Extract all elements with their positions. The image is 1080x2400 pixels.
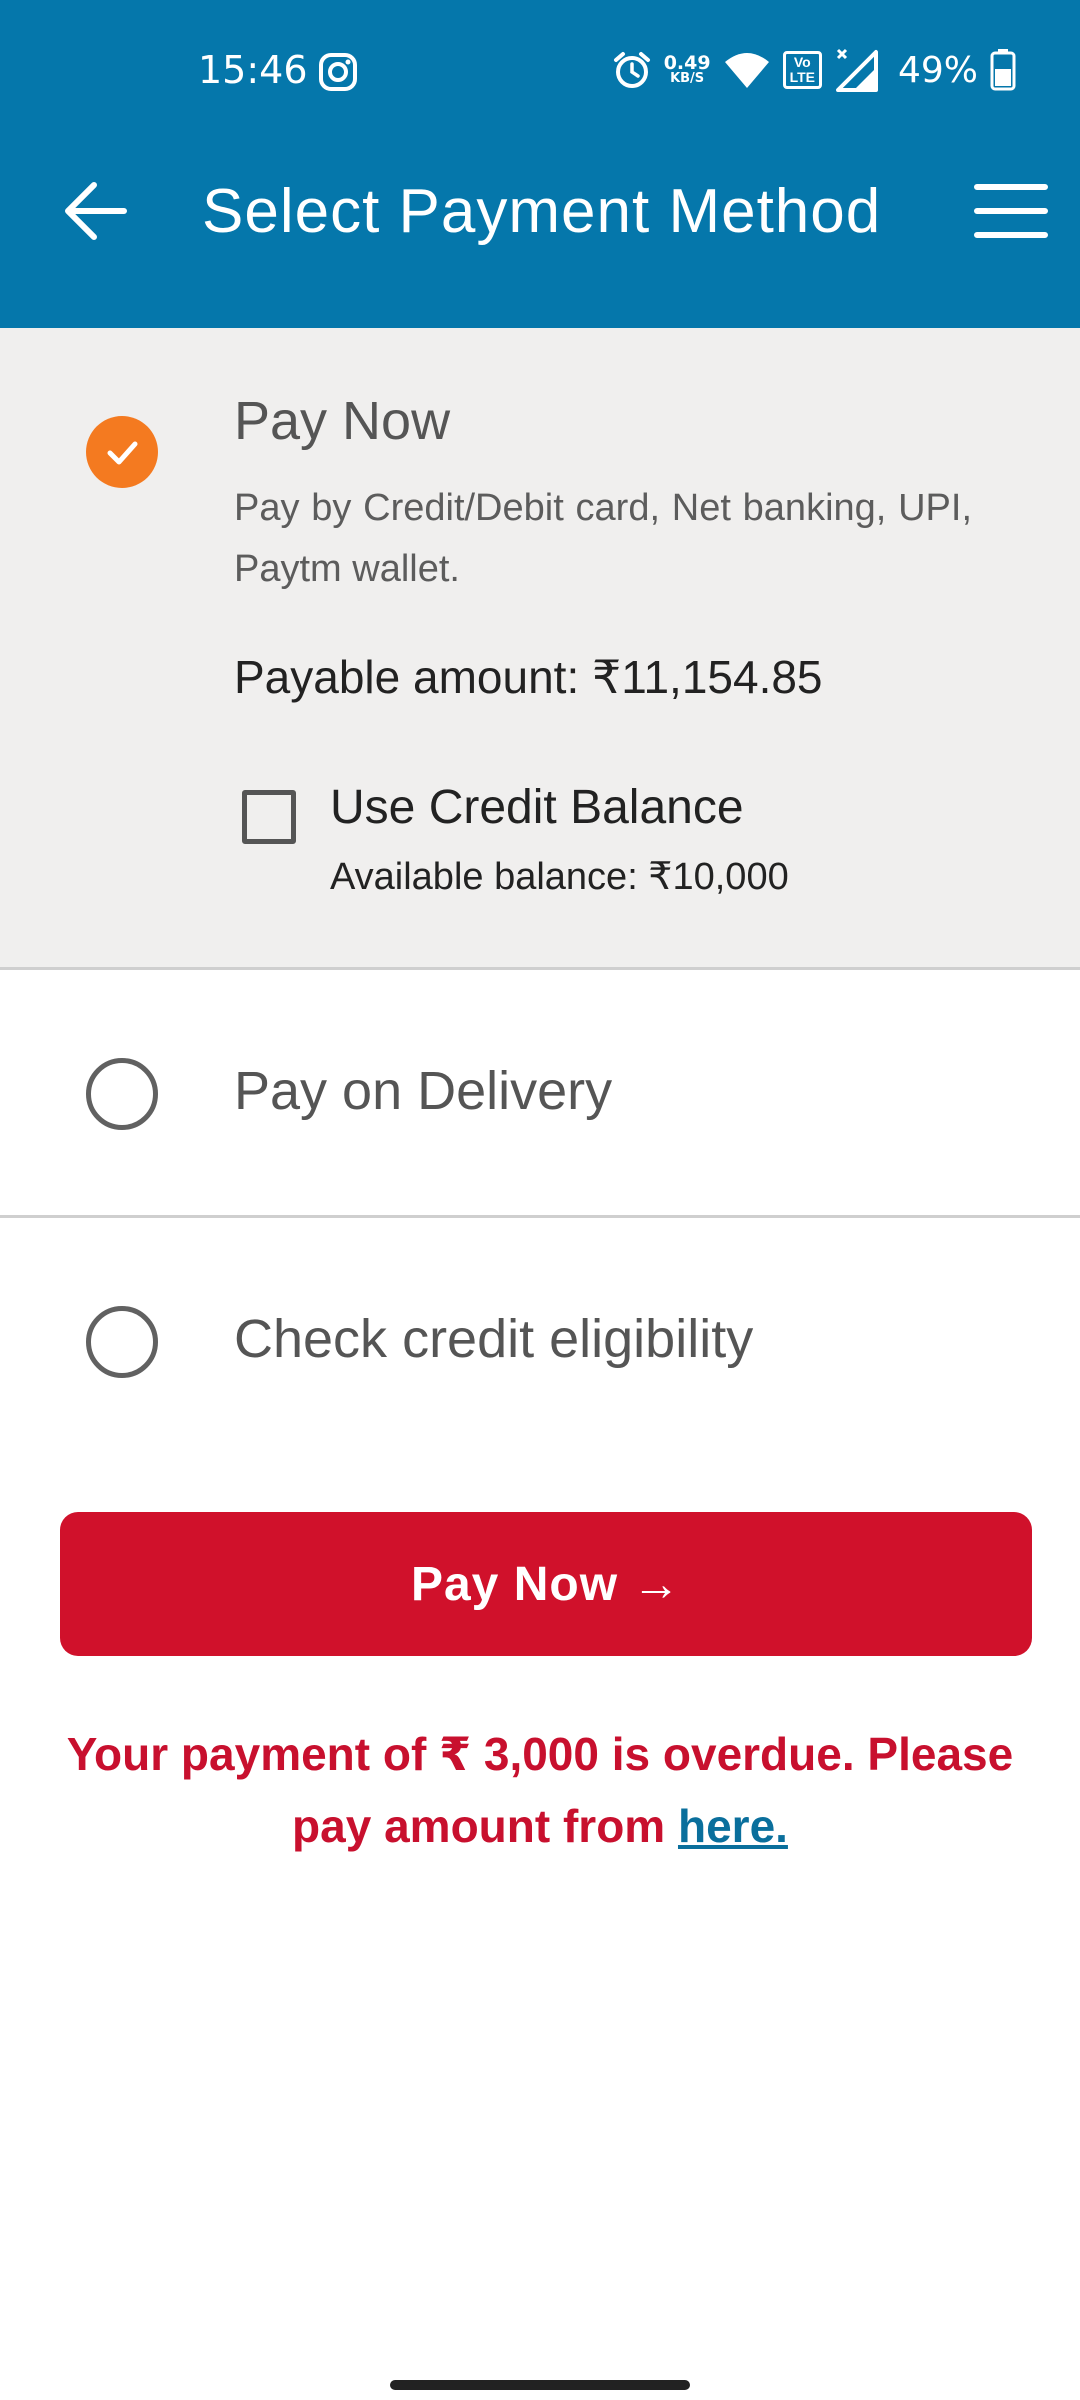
payment-option-pay-on-delivery[interactable]: Pay on Delivery (0, 970, 1080, 1218)
payable-amount-label: Payable amount: (234, 651, 580, 703)
payable-amount-value: ₹11,154.85 (592, 651, 823, 703)
hamburger-menu-icon (974, 184, 1048, 238)
volte-icon: Vo LTE (782, 51, 822, 89)
net-speed: 0.49 KB/S (664, 54, 711, 86)
available-balance: Available balance: ₹10,000 (330, 856, 789, 898)
wifi-icon (723, 50, 771, 90)
payable-amount: Payable amount: ₹11,154.85 (234, 650, 823, 704)
menu-button[interactable] (968, 168, 1054, 254)
app-bar: 15:46 0.49 KB/S Vo LTE 49% Select Paymen… (0, 0, 1080, 328)
back-button[interactable] (50, 166, 140, 256)
signal-icon (834, 48, 880, 92)
title-row: Select Payment Method (0, 140, 1080, 280)
payment-option-check-credit[interactable]: Check credit eligibility (0, 1218, 1080, 1466)
check-credit-title: Check credit eligibility (234, 1309, 754, 1369)
alarm-icon (612, 50, 652, 90)
use-credit-balance-checkbox[interactable] (242, 790, 296, 844)
pay-on-delivery-title: Pay on Delivery (234, 1061, 613, 1121)
use-credit-balance-label[interactable]: Use Credit Balance (330, 780, 744, 835)
payment-option-pay-now[interactable]: Pay Now Pay by Credit/Debit card, Net ba… (0, 328, 1080, 970)
volte-bottom: LTE (789, 69, 815, 85)
overdue-notice: Your payment of ₹ 3,000 is overdue. Plea… (30, 1718, 1050, 1862)
pay-now-button-label: Pay Now (410, 1557, 619, 1611)
check-icon (107, 441, 138, 465)
overdue-pay-link[interactable]: here. (678, 1800, 788, 1852)
volte-top: Vo (793, 54, 811, 70)
back-arrow-icon (65, 182, 127, 240)
status-icons: 0.49 KB/S Vo LTE 49% (600, 46, 1016, 94)
pay-now-title: Pay Now (234, 391, 451, 451)
net-speed-value: 0.49 (663, 52, 711, 74)
home-indicator[interactable] (390, 2380, 690, 2390)
pay-now-description: Pay by Credit/Debit card, Net banking, U… (234, 487, 972, 590)
overdue-notice-line2: pay amount from (292, 1800, 678, 1852)
pay-now-button[interactable]: Pay Now → (60, 1512, 1032, 1656)
arrow-right-icon: → (632, 1557, 682, 1611)
check-credit-radio[interactable] (86, 1306, 158, 1378)
status-bar: 15:46 0.49 KB/S Vo LTE 49% (0, 0, 1080, 140)
battery-percent: 49% (897, 49, 978, 91)
page-title: Select Payment Method (202, 177, 882, 246)
pay-on-delivery-radio[interactable] (86, 1058, 158, 1130)
status-time: 15:46 (198, 48, 308, 92)
overdue-notice-line1: Your payment of ₹ 3,000 is overdue. Plea… (66, 1728, 1014, 1780)
net-speed-unit: KB/S (670, 71, 705, 86)
battery-icon (990, 49, 1016, 91)
pay-now-radio[interactable] (86, 416, 158, 488)
instagram-icon (318, 52, 358, 92)
